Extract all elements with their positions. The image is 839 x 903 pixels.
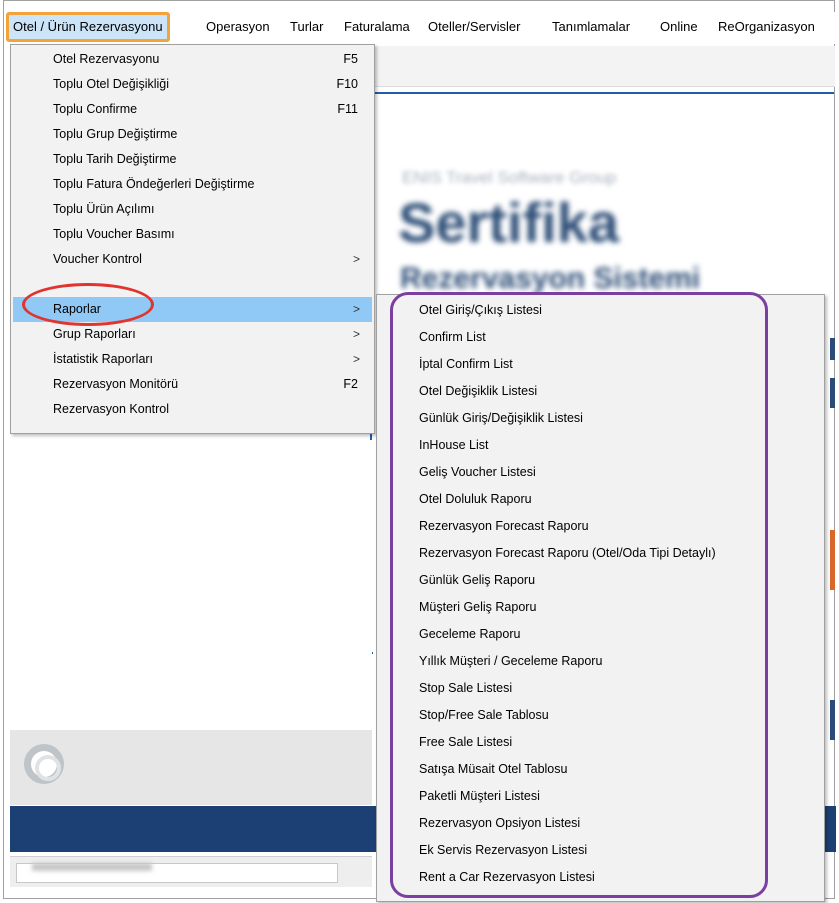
help-panel [10, 730, 372, 805]
chevron-right-icon: > [352, 252, 360, 266]
highlight-box [390, 292, 768, 898]
menu-item-grup-raporlari[interactable]: Grup Raporları > [13, 322, 372, 347]
menu-item-toplu-otel-degisikligi[interactable]: Toplu Otel Değişikliği F10 [13, 72, 372, 97]
chevron-right-icon: > [352, 302, 360, 316]
highlight-ellipse [22, 283, 154, 326]
menu-item-label: Rezervasyon Monitörü [53, 377, 179, 391]
menu-oteller-servisler[interactable]: Oteller/Servisler [424, 12, 524, 42]
menu-tanimlamalar[interactable]: Tanımlamalar [548, 12, 634, 42]
menu-item-label: Toplu Otel Değişikliği [53, 77, 170, 91]
shortcut-label: F5 [343, 52, 358, 66]
toolbar-strip [374, 46, 835, 87]
menu-otel-urun-rezervasyonu[interactable]: Otel / Ürün Rezervasyonu [6, 12, 170, 42]
menu-item-rezervasyon-monitoru[interactable]: Rezervasyon Monitörü F2 [13, 372, 372, 397]
edge-mark [830, 530, 835, 590]
menu-item-label: İstatistik Raporları [53, 352, 154, 366]
shortcut-label: F2 [343, 377, 358, 391]
menu-online[interactable]: Online [656, 12, 702, 42]
menu-item-label: Toplu Grup Değiştirme [53, 127, 178, 141]
menu-item-toplu-tarih-degistirme[interactable]: Toplu Tarih Değiştirme [13, 147, 372, 172]
logo-subtitle-2: Rezervasyon Sistemi [400, 262, 701, 295]
shortcut-label: F10 [336, 77, 358, 91]
chevron-right-icon: > [352, 352, 360, 366]
edge-mark [830, 338, 835, 360]
menu-item-otel-rezervasyonu[interactable]: Otel Rezervasyonu F5 [13, 47, 372, 72]
logo-title: Sertifika [398, 191, 619, 254]
menu-item-toplu-confirme[interactable]: Toplu Confirme F11 [13, 97, 372, 122]
menu-item-toplu-fatura-ondegerleri[interactable]: Toplu Fatura Öndeğerleri Değiştirme [13, 172, 372, 197]
menu-item-voucher-kontrol[interactable]: Voucher Kontrol > [13, 247, 372, 272]
menu-operasyon[interactable]: Operasyon [202, 12, 274, 42]
menu-item-label: Toplu Ürün Açılımı [53, 202, 155, 216]
status-bar [10, 856, 372, 887]
menu-bar: Otel / Ürün Rezervasyonu Operasyon Turla… [4, 12, 835, 44]
logo-subtitle: ENIS Travel Software Group [402, 168, 617, 187]
menu-item-label: Rezervasyon Kontrol [53, 402, 170, 416]
chevron-right-icon: > [352, 327, 360, 341]
edge-mark [830, 378, 835, 408]
menu-item-label: Toplu Fatura Öndeğerleri Değiştirme [53, 177, 255, 191]
dropdown-menu-rezervasyon: Otel Rezervasyonu F5 Toplu Otel Değişikl… [10, 44, 375, 434]
menu-item-rezervasyon-kontrol[interactable]: Rezervasyon Kontrol [13, 397, 372, 422]
lifebuoy-icon[interactable] [24, 744, 64, 784]
menu-item-label: Toplu Voucher Basımı [53, 227, 175, 241]
status-text [32, 863, 152, 871]
menu-faturalama[interactable]: Faturalama [340, 12, 414, 42]
shortcut-label: F11 [337, 102, 358, 116]
edge-mark [830, 700, 835, 740]
menu-item-toplu-grup-degistirme[interactable]: Toplu Grup Değiştirme [13, 122, 372, 147]
menu-item-label: Otel Rezervasyonu [53, 52, 160, 66]
divider-line [374, 92, 834, 94]
menu-item-istatistik-raporlari[interactable]: İstatistik Raporları > [13, 347, 372, 372]
left-panel [10, 440, 372, 730]
menu-reorganizasyon[interactable]: ReOrganizasyon [714, 12, 819, 42]
menu-item-label: Voucher Kontrol [53, 252, 142, 266]
menu-item-toplu-voucher-basimi[interactable]: Toplu Voucher Basımı [13, 222, 372, 247]
menu-item-toplu-urun-acilimi[interactable]: Toplu Ürün Açılımı [13, 197, 372, 222]
menu-item-label: Toplu Tarih Değiştirme [53, 152, 177, 166]
menu-turlar[interactable]: Turlar [286, 12, 327, 42]
menu-item-label: Toplu Confirme [53, 102, 138, 116]
